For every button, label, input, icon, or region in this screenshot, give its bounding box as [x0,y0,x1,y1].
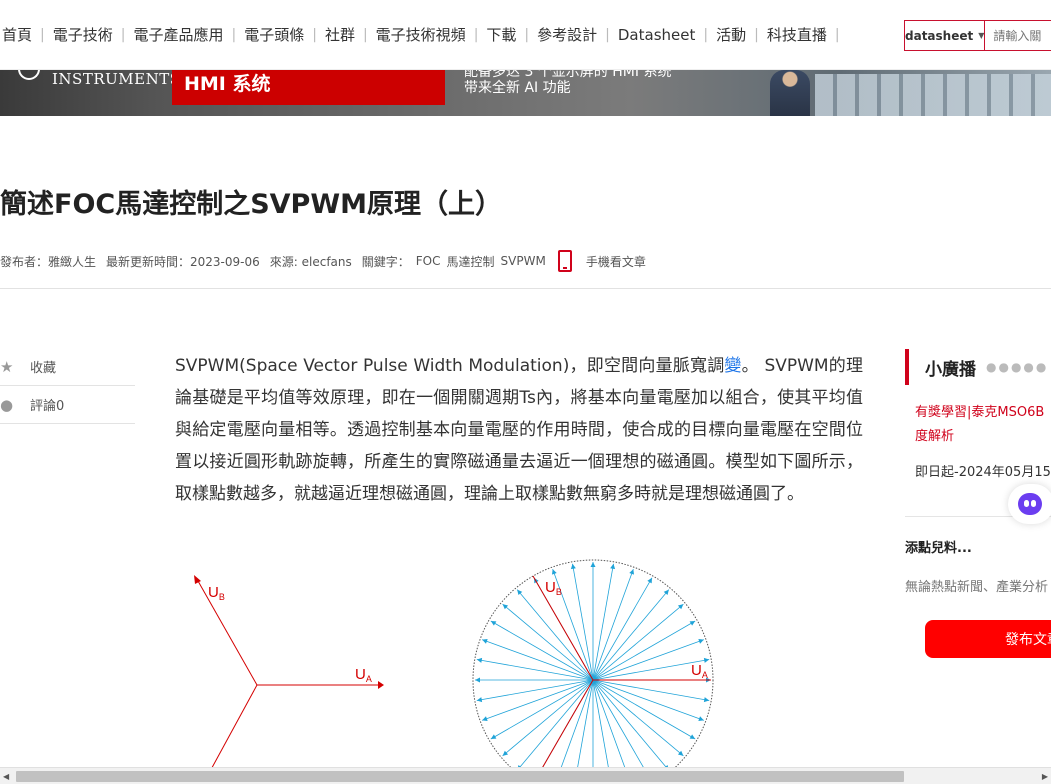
add-content-desc: 無論熱點新聞、產業分析 [905,580,1049,595]
vector-spoke [576,679,594,770]
arrow-ub [194,575,201,584]
star-icon: ★ [0,357,14,376]
banner-screens-image [815,74,1051,116]
article-title: 簡述FOC馬達控制之SVPWM原理（上） [0,189,502,220]
ti-logo-icon [18,70,40,80]
vector-uc [540,679,594,770]
meta-author: 發布者：雅緻人生 [0,254,97,269]
publish-article-button[interactable]: 發布文章 [925,620,1051,658]
top-nav: 首頁 | 電子技術 | 電子產品應用 | 電子頭條 | 社群 | 電子技術視頻 … [0,0,1051,70]
label-ua: UA [355,666,372,684]
vector-ub-axis [197,580,258,686]
vector-spoke [592,679,627,770]
caret-down-icon: ▼ [978,31,985,40]
banner-ad[interactable]: INSTRUMENTS HMI 系统 配备多达 3 个显示屏的 HMI 系统 带… [0,70,1051,116]
banner-copy-line2: 带来全新 AI 功能 [464,80,571,96]
svpwm-flux-circle-figure: UA UB [472,559,714,770]
carousel-dots[interactable]: ●●●●● [986,360,1048,374]
promo-date: 即日起-2024年05月15 [915,465,1051,480]
vector-spoke [540,679,594,770]
vector-spoke-arrowhead [703,697,710,703]
banner-logo-text: INSTRUMENTS [52,70,181,88]
keyword-link[interactable]: 馬達控制 [447,253,495,270]
label-ub: UB [545,579,562,597]
nav-item-events[interactable]: 活動 [708,24,754,45]
comment-icon: ● [0,395,14,414]
comment-label: 評論0 [30,399,65,414]
article-body: SVPWM(Space Vector Pulse Width Modulatio… [175,350,863,510]
comment-button[interactable]: ● 評論0 [0,386,135,424]
mobile-phone-icon[interactable] [557,250,572,272]
nav-item-electronic-tech[interactable]: 電子技術 [45,24,121,45]
banner-headline: HMI 系统 [172,70,445,105]
mobile-view-link[interactable]: 手機看文章 [586,253,646,270]
search-box: datasheet ▼ [904,20,1051,51]
chatbot-button[interactable] [1008,484,1051,524]
nav-item-headlines[interactable]: 電子頭條 [236,24,312,45]
article-inline-link[interactable]: 變 [724,356,741,376]
broadcast-heading: 小廣播 ●●●●● [905,349,1051,385]
vector-spoke [592,679,610,770]
scroll-left-icon[interactable]: ◀ [3,772,9,781]
promo-link[interactable]: 有獎學習|泰克MSO6B度解析 [905,401,1051,449]
three-phase-axis-figure: UA UB [194,575,384,775]
header-divider [0,288,1051,289]
nav-item-community[interactable]: 社群 [317,24,363,45]
banner-copy-line1: 配备多达 3 个显示屏的 HMI 系统 [464,70,672,80]
side-actions: ★ 收藏 ● 評論0 [0,348,135,424]
article-meta: 發布者：雅緻人生 最新更新時間：2023-09-06 來源: elecfans … [0,250,656,272]
search-type-select[interactable]: datasheet ▼ [905,21,986,50]
vector-spoke-arrowhead [610,563,616,570]
search-type-label: datasheet [905,28,974,43]
favorite-label: 收藏 [30,361,57,376]
vector-spoke-arrowhead [476,657,483,663]
vector-spoke [592,679,646,770]
search-input[interactable] [985,21,1051,50]
vector-spoke-arrowhead [590,562,596,567]
keyword-link[interactable]: SVPWM [501,254,546,268]
nav-item-downloads[interactable]: 下載 [478,24,524,45]
favorite-button[interactable]: ★ 收藏 [0,348,135,386]
nav-item-product-applications[interactable]: 電子產品應用 [125,24,231,45]
horizontal-scrollbar[interactable]: ◀ ▶ [0,767,1051,784]
nav-menu: 首頁 | 電子技術 | 電子產品應用 | 電子頭條 | 社群 | 電子技術視頻 … [0,24,840,45]
vector-spoke-arrowhead [476,697,483,703]
vector-spoke [559,679,594,770]
scroll-right-icon[interactable]: ▶ [1042,772,1048,781]
vector-spoke-arrowhead [475,677,480,683]
nav-item-home[interactable]: 首頁 [0,24,40,45]
banner-copy: 配备多达 3 个显示屏的 HMI 系统 带来全新 AI 功能 [464,70,671,96]
chatbot-icon [1018,493,1042,515]
meta-keywords-label: 關鍵字： [361,254,410,269]
nav-item-reference-designs[interactable]: 參考設計 [529,24,605,45]
meta-source: 來源: elecfans [269,254,352,269]
label-ub: UB [208,584,225,602]
banner-person-image [770,70,810,116]
label-ua: UA [691,662,708,680]
vector-spoke-arrowhead [570,563,576,570]
paragraph-text-start: SVPWM(Space Vector Pulse Width Modulatio… [175,356,725,376]
vector-spoke-arrowhead [703,657,710,663]
add-content-heading: 添點兒料... [905,541,972,556]
broadcast-heading-text: 小廣播 [925,359,976,380]
keyword-link[interactable]: FOC [416,254,441,268]
arrow-ua [378,681,384,689]
nav-item-videos[interactable]: 電子技術視頻 [368,24,474,45]
meta-updated: 最新更新時間：2023-09-06 [106,254,260,269]
nav-item-datasheet[interactable]: Datasheet [610,26,703,44]
article-paragraph: SVPWM(Space Vector Pulse Width Modulatio… [175,350,863,510]
paragraph-text-end: 。 SVPWM的理論基礎是平均值等效原理，即在一個開關週期Ts內，將基本向量電壓… [175,356,864,504]
scrollbar-thumb[interactable] [16,771,904,782]
nav-separator: | [834,26,840,43]
nav-item-live[interactable]: 科技直播 [759,24,835,45]
vector-uc-axis [207,684,258,775]
